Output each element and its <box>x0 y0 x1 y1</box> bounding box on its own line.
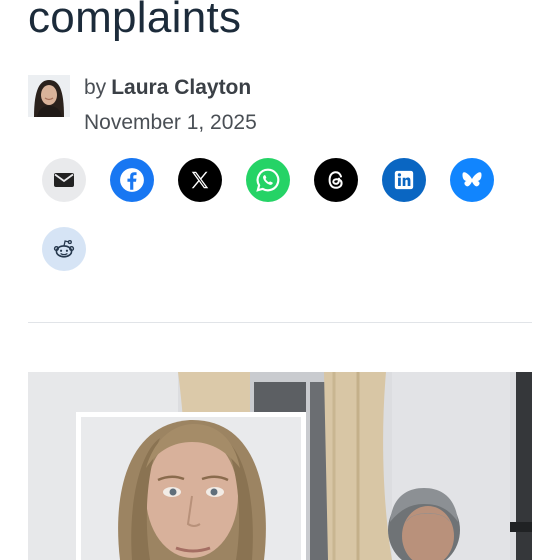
bluesky-icon <box>462 172 482 187</box>
author-avatar[interactable] <box>28 75 70 117</box>
email-icon <box>54 173 74 187</box>
share-facebook-button[interactable] <box>110 158 154 202</box>
facebook-icon <box>120 168 144 192</box>
author-link[interactable]: Laura Clayton <box>111 76 251 99</box>
share-bluesky-button[interactable] <box>450 158 494 202</box>
share-whatsapp-button[interactable] <box>246 158 290 202</box>
share-reddit-button[interactable] <box>42 227 86 271</box>
publish-date: November 1, 2025 <box>84 111 257 134</box>
section-divider <box>28 322 532 323</box>
x-icon <box>191 171 209 189</box>
byline: by Laura Clayton <box>84 76 251 100</box>
share-linkedin-button[interactable] <box>382 158 426 202</box>
byline-prefix: by <box>84 76 107 99</box>
reddit-icon <box>53 240 75 258</box>
threads-icon <box>328 171 343 189</box>
whatsapp-icon <box>256 168 280 192</box>
share-threads-button[interactable] <box>314 158 358 202</box>
share-email-button[interactable] <box>42 158 86 202</box>
linkedin-icon <box>394 170 414 190</box>
share-x-button[interactable] <box>178 158 222 202</box>
article-hero-image <box>28 372 532 560</box>
article-headline: complaints <box>28 0 242 42</box>
